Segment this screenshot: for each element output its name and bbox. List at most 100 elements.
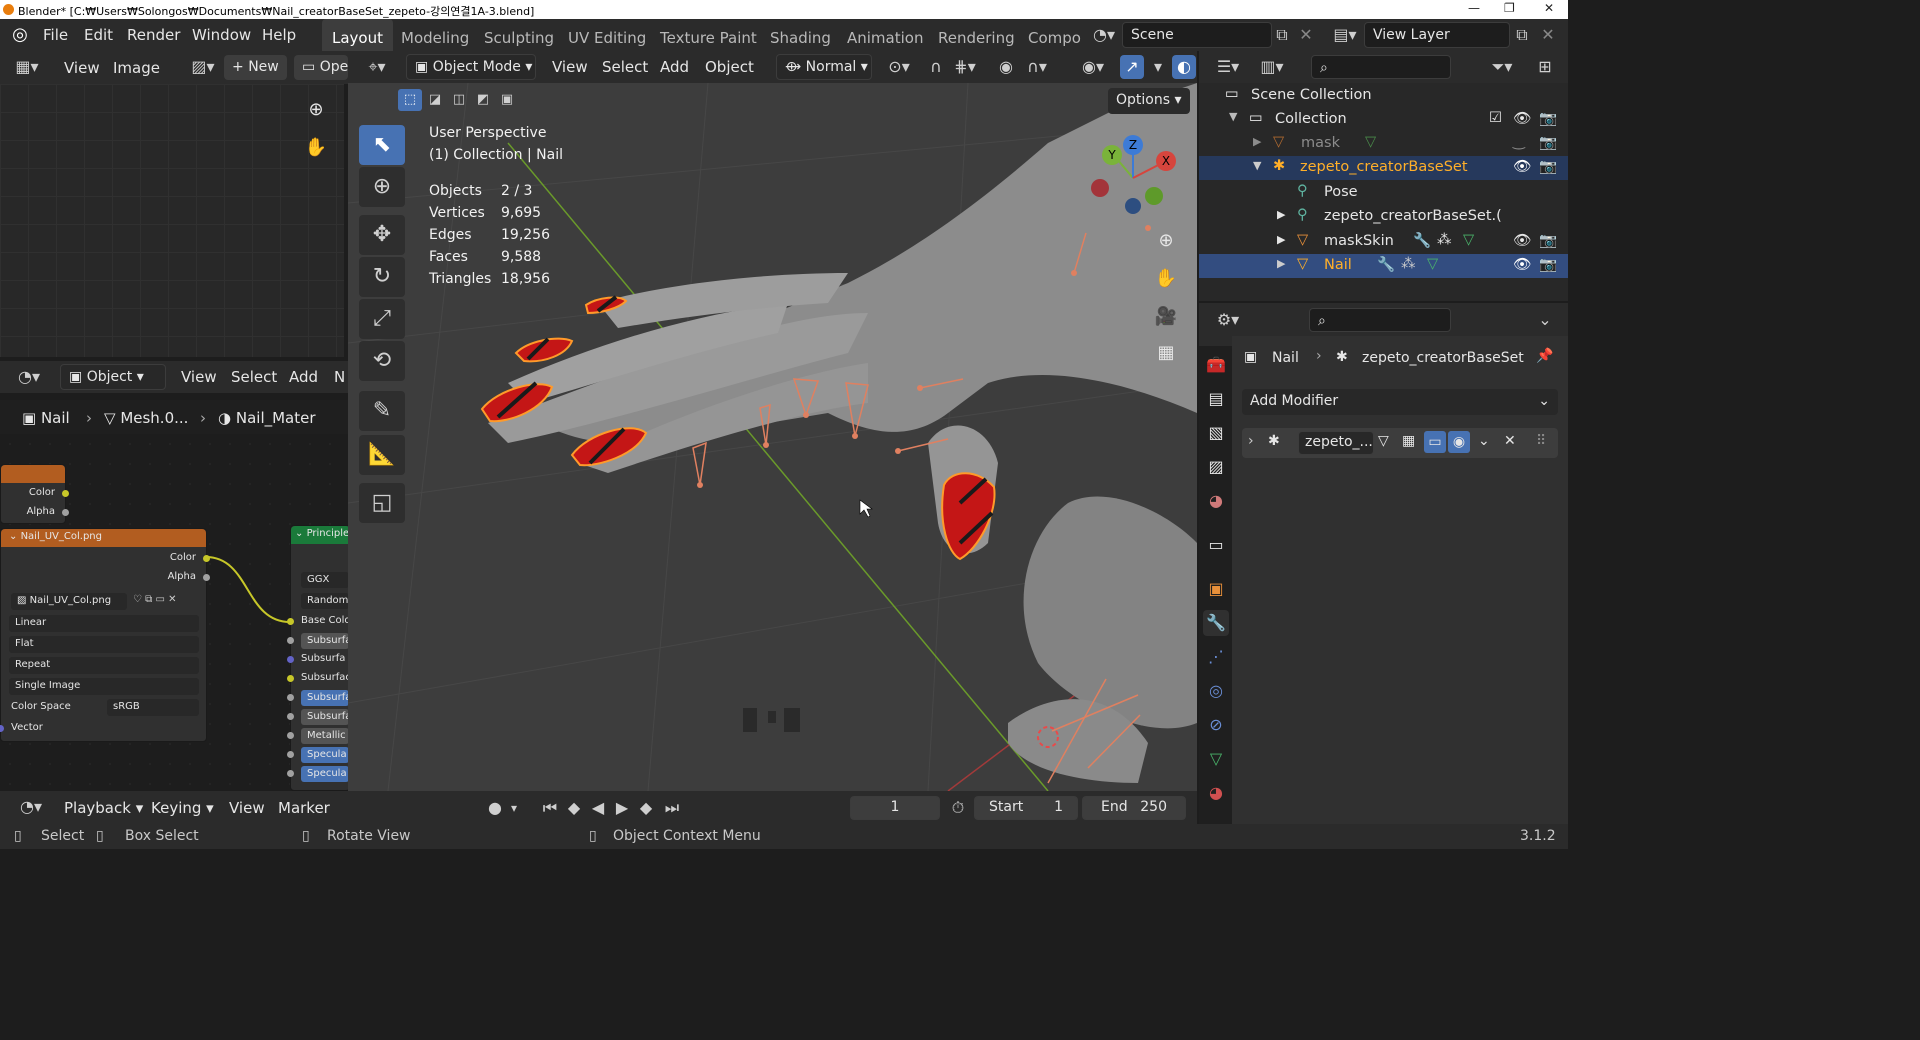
color-space-dropdown[interactable]: sRGB (107, 699, 199, 716)
viewport-menu-select[interactable]: Select (602, 58, 648, 76)
subsurface-radius-socket[interactable] (287, 656, 294, 663)
tool-tab-icon[interactable]: 🧰 (1203, 352, 1229, 378)
viewport-editor-type-icon[interactable]: ⌖▾ (360, 55, 394, 79)
image-alpha-socket[interactable] (203, 574, 210, 581)
tab-rendering[interactable]: Rendering (928, 19, 1025, 51)
modifier-name-field[interactable]: zepeto_... (1298, 431, 1374, 455)
gizmo-y-axis[interactable]: Y (1102, 145, 1122, 165)
projection-dropdown[interactable]: Flat (9, 636, 199, 653)
edit-mode-icon[interactable]: ▦ (1402, 433, 1415, 449)
outliner-row-maskskin[interactable]: ▶ ▽ maskSkin 🔧 ⁂ ▽ 👁 📷 (1199, 230, 1568, 254)
data-tab-icon[interactable]: ▽ (1203, 746, 1229, 772)
image-browse-icon[interactable]: ▨▾ (186, 55, 220, 79)
source-dropdown[interactable]: Single Image (9, 678, 199, 695)
principled-bsdf-node[interactable]: ⌄ Principle GGX Random Base Colo Subsurf… (287, 525, 351, 791)
add-cube-tool[interactable]: ◱ (359, 483, 405, 523)
vector-socket[interactable] (0, 725, 4, 732)
specular-tint-socket[interactable] (287, 770, 294, 777)
particles-tab-icon[interactable]: ⋰ (1203, 644, 1229, 670)
annotate-tool[interactable]: ✎ (359, 391, 405, 431)
image-texture-node[interactable]: ⌄ Nail_UV_Col.png Color Alpha ▨ Nail_UV_… (0, 528, 210, 742)
zoom-icon[interactable]: ⊕ (300, 94, 332, 126)
subsurface-ior-socket[interactable] (287, 694, 294, 701)
cursor-tool[interactable]: ⊕ (359, 167, 405, 207)
start-frame-field[interactable]: Start 1 (974, 796, 1078, 820)
object-mode-dropdown[interactable]: ▣ Object Mode ▾ (406, 54, 536, 80)
outliner-editor-icon[interactable]: ☰▾ (1211, 55, 1245, 79)
render-tab-icon[interactable]: ▤ (1203, 386, 1229, 412)
play-icon[interactable]: ▶ (610, 796, 634, 820)
outliner-row-collection[interactable]: ▼ ▭ Collection ☑ 👁 📷 (1199, 108, 1568, 132)
tab-uv-editing[interactable]: UV Editing (558, 19, 656, 51)
close-window-button[interactable]: ✕ (1544, 1, 1554, 15)
transform-orientation-dropdown[interactable]: ⟴ Normal ▾ (776, 54, 872, 80)
pan-hand-icon[interactable]: ✋ (300, 132, 332, 164)
remove-view-layer-icon[interactable]: ✕ (1536, 23, 1560, 47)
menu-window[interactable]: Window (192, 26, 251, 44)
gizmo-dropdown-icon[interactable]: ▾ (1146, 55, 1170, 79)
pivot-point-icon[interactable]: ⊙▾ (882, 55, 916, 79)
camera-icon[interactable]: 📷 (1539, 158, 1557, 175)
outliner-row-mask[interactable]: ▶ ▽ mask ▽ ‿ 📷 (1199, 132, 1568, 156)
menu-file[interactable]: File (43, 26, 68, 44)
subsurface-color-socket[interactable] (287, 675, 294, 682)
expand-icon[interactable]: ▶ (1277, 208, 1285, 221)
viewport-menu-view[interactable]: View (552, 58, 588, 76)
new-scene-icon[interactable]: ⧉ (1270, 23, 1294, 47)
breadcrumb-mesh[interactable]: ▽ Mesh.0... (104, 409, 188, 427)
select-extend-icon[interactable]: ◪ (424, 89, 446, 111)
properties-search-input[interactable]: ⌕ (1309, 308, 1451, 332)
auto-keying-icon[interactable]: ● (483, 796, 507, 820)
render-display-icon[interactable]: ◉ (1448, 431, 1470, 453)
minimize-button[interactable]: — (1468, 1, 1480, 15)
rotate-tool[interactable]: ↻ (359, 257, 405, 297)
collapse-icon[interactable]: ▼ (1229, 110, 1237, 123)
checkbox-icon[interactable]: ☑ (1489, 110, 1502, 126)
camera-icon[interactable]: 📷 (1539, 256, 1557, 273)
subsurface-anisotropy-socket[interactable] (287, 713, 294, 720)
outliner-row-scene-collection[interactable]: ▭ Scene Collection (1199, 84, 1568, 108)
eye-icon[interactable]: 👁 (1513, 232, 1531, 249)
expand-icon[interactable]: ▶ (1277, 257, 1285, 270)
display-mode-icon[interactable]: ▥▾ (1255, 55, 1289, 79)
outliner-search-input[interactable]: ⌕ (1311, 55, 1451, 79)
outliner-row-armature[interactable]: ▼ ✱ zepeto_creatorBaseSet 👁 📷 (1199, 156, 1568, 180)
maximize-button[interactable]: ❐ (1504, 1, 1515, 15)
eye-icon[interactable]: 👁 (1513, 110, 1531, 127)
modifier-menu-icon[interactable]: ⌄ (1478, 433, 1490, 449)
snap-target-icon[interactable]: ⋕▾ (948, 55, 982, 79)
metallic-socket[interactable] (287, 732, 294, 739)
subsurface-ior-field[interactable]: Subsurfa (301, 690, 349, 706)
scene-field[interactable]: Scene (1122, 22, 1272, 48)
options-dropdown[interactable]: Options ▾ (1108, 88, 1190, 114)
tab-sculpting[interactable]: Sculpting (474, 19, 564, 51)
visibility-icon[interactable]: ◉▾ (1076, 55, 1110, 79)
subsurface-anisotropy-field[interactable]: Subsurfa (301, 709, 349, 725)
tab-compositing[interactable]: Compo (1018, 19, 1091, 51)
select-box-tool[interactable]: ⬉ (359, 125, 405, 165)
specular-socket[interactable] (287, 751, 294, 758)
scale-tool[interactable]: ⤢ (359, 299, 405, 339)
object-tab-icon[interactable]: ▣ (1203, 576, 1229, 602)
specular-tint-field[interactable]: Specula (301, 766, 349, 782)
node-menu-select[interactable]: Select (231, 368, 277, 386)
tab-layout[interactable]: Layout (322, 19, 393, 51)
outliner-row-armature-data[interactable]: ▶ ⚲ zepeto_creatorBaseSet.( (1199, 205, 1568, 229)
specular-field[interactable]: Specula (301, 747, 349, 763)
remove-scene-icon[interactable]: ✕ (1294, 23, 1318, 47)
editor-type-icon[interactable]: ▦▾ (10, 55, 44, 79)
output-tab-icon[interactable]: ▧ (1203, 420, 1229, 446)
modifier-card-armature[interactable]: › ✱ zepeto_... ▽ ▦ ▭ ◉ ⌄ ✕ ⠿ (1242, 428, 1558, 458)
ortho-toggle-icon[interactable]: ▦ (1150, 337, 1182, 369)
scene-tab-icon[interactable]: ◕ (1203, 488, 1229, 514)
preview-range-icon[interactable]: ⏱ (946, 796, 970, 820)
view-layer-icon[interactable]: ▤▾ (1328, 23, 1362, 47)
node-mode-dropdown[interactable]: ▣ Object ▾ (60, 364, 166, 390)
metallic-field[interactable]: Metallic (301, 728, 349, 744)
expand-modifier-icon[interactable]: › (1248, 433, 1254, 449)
jump-end-icon[interactable]: ⏭ (660, 796, 684, 820)
physics-tab-icon[interactable]: ◎ (1203, 678, 1229, 704)
falloff-icon[interactable]: ∩▾ (1020, 55, 1054, 79)
tab-animation[interactable]: Animation (837, 19, 933, 51)
properties-editor-icon[interactable]: ⚙▾ (1211, 308, 1245, 332)
